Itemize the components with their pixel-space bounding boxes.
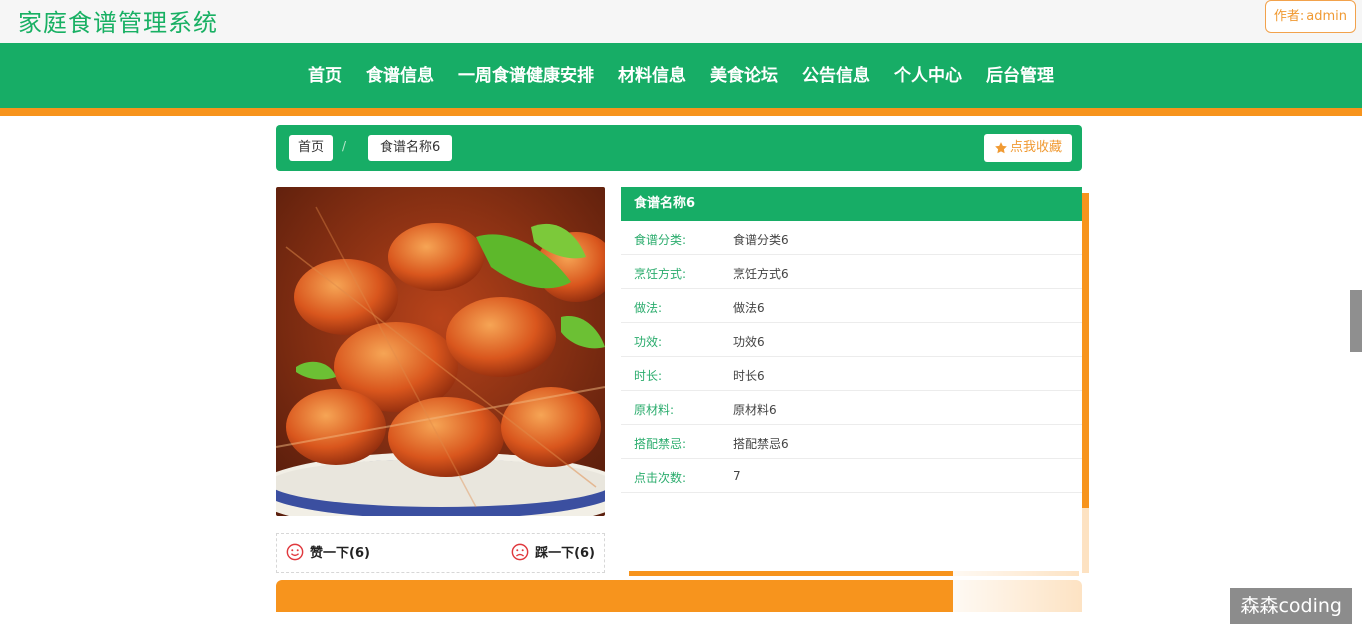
detail-value: 烹饪方式6: [733, 267, 789, 281]
frown-icon: [511, 543, 529, 560]
nav-item-weekly-plan[interactable]: 一周食谱健康安排: [446, 61, 606, 86]
main-navbar: 首页 食谱信息 一周食谱健康安排 材料信息 美食论坛 公告信息 个人中心 后台管…: [0, 43, 1362, 109]
detail-value: 食谱分类6: [733, 233, 789, 247]
nav-item-home[interactable]: 首页: [296, 61, 354, 86]
nav-item-announcements[interactable]: 公告信息: [790, 61, 882, 86]
breadcrumb: 首页 / 食谱名称6 点我收藏: [276, 125, 1082, 171]
author-label: 作者:: [1273, 9, 1305, 24]
nav-item-materials[interactable]: 材料信息: [606, 61, 698, 86]
detail-value: 原材料6: [733, 403, 777, 417]
overlay-fade: [953, 508, 1103, 636]
detail-row-ingredients: 原材料: 原材料6: [621, 391, 1082, 425]
detail-label: 食谱分类:: [634, 233, 687, 247]
scrollbar-thumb[interactable]: [1350, 290, 1362, 352]
author-name: admin: [1306, 9, 1347, 24]
like-button[interactable]: 赞一下(6): [286, 542, 370, 561]
top-header: 家庭食谱管理系统 作者: admin: [0, 0, 1362, 43]
detail-label: 烹饪方式:: [634, 267, 687, 281]
detail-value: 时长6: [733, 369, 765, 383]
nav-menu: 首页 食谱信息 一周食谱健康安排 材料信息 美食论坛 公告信息 个人中心 后台管…: [0, 43, 1362, 103]
site-title: 家庭食谱管理系统: [18, 9, 218, 37]
detail-row-clicks: 点击次数: 7: [621, 459, 1082, 493]
dislike-label: 踩一下(6): [535, 546, 595, 561]
detail-label: 做法:: [634, 301, 663, 315]
dislike-button[interactable]: 踩一下(6): [511, 542, 595, 561]
detail-row-taboo: 搭配禁忌: 搭配禁忌6: [621, 425, 1082, 459]
author-badge[interactable]: 作者: admin: [1264, 0, 1356, 33]
detail-label: 搭配禁忌:: [634, 437, 687, 451]
breadcrumb-current: 食谱名称6: [368, 135, 453, 161]
nav-item-recipes[interactable]: 食谱信息: [354, 61, 446, 86]
detail-row-duration: 时长: 时长6: [621, 357, 1082, 391]
detail-row-steps: 做法: 做法6: [621, 289, 1082, 323]
detail-row-cooking-method: 烹饪方式: 烹饪方式6: [621, 255, 1082, 289]
detail-label: 功效:: [634, 335, 663, 349]
detail-label: 时长:: [634, 369, 663, 383]
detail-value: 7: [733, 469, 741, 483]
like-label: 赞一下(6): [310, 546, 370, 561]
detail-value: 做法6: [733, 301, 765, 315]
watermark: 森森coding: [1230, 588, 1352, 624]
smile-icon: [286, 543, 304, 560]
breadcrumb-home[interactable]: 首页: [289, 135, 334, 161]
recipe-title: 食谱名称6: [621, 187, 1082, 221]
nav-item-admin[interactable]: 后台管理: [974, 61, 1066, 86]
nav-accent-line: [0, 108, 1362, 116]
detail-label: 点击次数:: [634, 471, 687, 485]
detail-table: 食谱分类: 食谱分类6 烹饪方式: 烹饪方式6 做法: 做法6 功效: 功效6 …: [621, 221, 1082, 493]
detail-row-category: 食谱分类: 食谱分类6: [621, 221, 1082, 255]
detail-value: 功效6: [733, 335, 765, 349]
detail-label: 原材料:: [634, 403, 675, 417]
favorite-label: 点我收藏: [1009, 140, 1062, 155]
recipe-image: [276, 187, 605, 516]
favorite-button[interactable]: 点我收藏: [983, 134, 1072, 162]
nav-item-forum[interactable]: 美食论坛: [698, 61, 790, 86]
detail-value: 搭配禁忌6: [733, 437, 789, 451]
vote-box: 赞一下(6) 踩一下(6): [276, 533, 605, 573]
breadcrumb-separator: /: [342, 139, 347, 153]
star-icon: [995, 142, 1007, 154]
nav-item-profile[interactable]: 个人中心: [882, 61, 974, 86]
detail-row-effect: 功效: 功效6: [621, 323, 1082, 357]
